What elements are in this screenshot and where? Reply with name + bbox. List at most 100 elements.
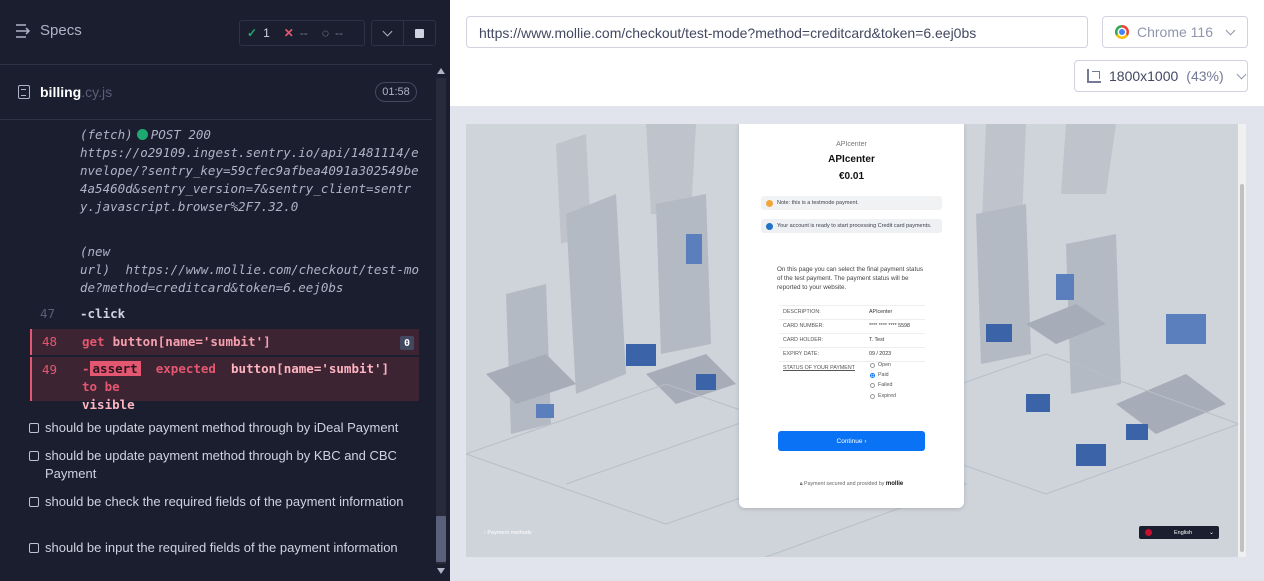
account-ready-note: Your account is ready to start processin… xyxy=(761,219,942,233)
detail-row: CARD HOLDER: T. Test xyxy=(779,333,925,346)
expand-button[interactable] xyxy=(372,21,403,45)
fetch-label: (fetch) xyxy=(80,127,133,142)
stop-button[interactable] xyxy=(404,21,435,45)
specs-toggle[interactable]: Specs xyxy=(16,22,82,39)
assert-row-failed[interactable]: 49 - assert expected button[name='sumbit'… xyxy=(30,357,419,412)
detail-row: DESCRIPTION: APIcenter xyxy=(779,305,925,318)
chrome-icon xyxy=(1115,25,1129,39)
test-item[interactable]: should be update payment method through … xyxy=(29,419,409,437)
newurl-label: (new url) xyxy=(80,244,111,277)
log-fetch-entry[interactable]: (fetch) POST 200 https://o29109.ingest.se… xyxy=(80,126,420,216)
command-row-failed[interactable]: 48 get button[name='sumbit'] 0 xyxy=(30,329,419,355)
payment-amount: €0.01 xyxy=(838,171,865,182)
reporter-header: Specs ✓ 1 ✕ -- ◌ -- xyxy=(0,0,450,65)
pending-stat: ◌ -- xyxy=(315,26,350,40)
status-label: STATUS OF YOUR PAYMENT xyxy=(783,365,855,371)
assertion-text: - assert expected button[name='sumbit'] t… xyxy=(82,361,390,412)
warning-icon xyxy=(766,199,773,207)
aut-scrollbar[interactable] xyxy=(1238,124,1246,557)
language-selector[interactable]: English ⌄ xyxy=(1139,526,1219,539)
assert-pill: assert xyxy=(89,361,141,376)
run-controls xyxy=(371,20,436,46)
status-radio-failed[interactable]: Failed xyxy=(870,382,892,388)
scrollbar-thumb[interactable] xyxy=(436,516,446,562)
status-row: STATUS OF YOUR PAYMENT xyxy=(779,361,925,404)
payment-methods-link[interactable]: ‹ Payment methods xyxy=(484,530,532,536)
continue-button[interactable]: Continue › xyxy=(778,431,925,451)
scrollbar-track xyxy=(436,78,446,564)
aut-toolbar: https://www.mollie.com/checkout/test-mod… xyxy=(450,0,1264,106)
scroll-up-icon[interactable] xyxy=(437,68,445,74)
passed-stat: ✓ 1 xyxy=(240,26,277,40)
radio-icon xyxy=(870,362,875,368)
log-newurl-entry[interactable]: (new url) https://www.mollie.com/checkou… xyxy=(80,243,420,297)
scroll-down-icon[interactable] xyxy=(437,568,445,574)
merchant-caption: APIcenter xyxy=(836,141,867,148)
failed-stat: ✕ -- xyxy=(277,26,315,40)
status-radio-expired[interactable]: Expired xyxy=(870,393,896,399)
pending-test-icon xyxy=(29,497,39,507)
menu-collapse-icon xyxy=(16,23,31,38)
spec-file-header[interactable]: billing.cy.js 01:58 xyxy=(0,65,432,120)
viewport-zoom: (43%) xyxy=(1186,68,1224,84)
command-name: -click xyxy=(80,306,126,321)
pending-circle-icon: ◌ xyxy=(321,26,329,40)
test-item[interactable]: should be update payment method through … xyxy=(29,447,409,483)
cypress-reporter-panel: Specs ✓ 1 ✕ -- ◌ -- billing.cy.js 01:58 (fe… xyxy=(0,0,450,581)
url-bar[interactable]: https://www.mollie.com/checkout/test-mod… xyxy=(466,16,1088,48)
status-dot-icon xyxy=(136,129,148,140)
test-title: should be update payment method through … xyxy=(45,420,399,435)
failed-count: -- xyxy=(299,26,308,40)
status-radio-paid[interactable]: Paid xyxy=(870,372,889,378)
detail-row: CARD NUMBER: **** **** **** 5598 xyxy=(779,319,925,332)
command-name: get xyxy=(82,334,105,349)
test-title: should be update payment method through … xyxy=(45,448,397,481)
command-row[interactable]: 47 -click xyxy=(30,301,417,327)
app-preview-panel: https://www.mollie.com/checkout/test-mod… xyxy=(450,0,1264,581)
passed-count: 1 xyxy=(263,26,270,40)
radio-icon xyxy=(870,382,875,388)
check-circle-icon xyxy=(766,222,773,230)
test-title: should be check the required fields of t… xyxy=(45,494,404,509)
line-number: 48 xyxy=(42,334,58,349)
spec-duration-badge: 01:58 xyxy=(375,82,417,102)
element-count-badge: 0 xyxy=(400,336,414,350)
testmode-note: Note: this is a testmode payment. xyxy=(761,196,942,210)
browser-selector[interactable]: Chrome 116 xyxy=(1102,16,1248,48)
checkout-card: APIcenter APIcenter €0.01 Note: this is … xyxy=(739,124,964,508)
lock-icon: 🔒︎ xyxy=(799,481,803,487)
mollie-logo: mollie xyxy=(885,481,904,487)
pending-test-icon xyxy=(29,423,39,433)
ruler-icon xyxy=(1087,69,1101,83)
newurl-url: https://www.mollie.com/checkout/test-mod… xyxy=(80,262,420,295)
command-arg: button[name='sumbit'] xyxy=(112,334,271,349)
chevron-down-icon xyxy=(1225,25,1236,35)
info-text: On this page you can select the final pa… xyxy=(777,266,923,291)
pending-count: -- xyxy=(334,26,343,40)
spec-file-ext: .cy.js xyxy=(81,84,113,100)
pending-test-icon xyxy=(29,543,39,553)
aut-scrollbar-thumb[interactable] xyxy=(1240,184,1244,552)
test-item[interactable]: should be input the required fields of t… xyxy=(29,539,409,557)
detail-row: EXPIRY DATE: 09 / 2023 xyxy=(779,347,925,360)
specs-title: Specs xyxy=(40,22,82,39)
merchant-name: APIcenter xyxy=(828,154,875,165)
fetch-url: https://o29109.ingest.sentry.io/api/1481… xyxy=(80,145,419,214)
flag-icon xyxy=(1145,529,1152,536)
check-icon: ✓ xyxy=(247,26,258,40)
browser-name: Chrome 116 xyxy=(1137,24,1214,40)
command-text: get button[name='sumbit'] xyxy=(82,334,271,349)
chevron-down-icon: ⌄ xyxy=(1208,530,1214,536)
chevron-down-icon xyxy=(1236,69,1247,79)
viewport-selector[interactable]: 1800x1000 (43%) xyxy=(1074,60,1248,92)
status-radio-open[interactable]: Open xyxy=(870,362,891,368)
viewport-size: 1800x1000 xyxy=(1109,68,1179,84)
line-number: 47 xyxy=(40,306,56,321)
pending-test-icon xyxy=(29,451,39,461)
aut-iframe[interactable]: APIcenter APIcenter €0.01 Note: this is … xyxy=(466,124,1239,557)
language-label: English xyxy=(1174,529,1193,536)
secured-footer: 🔒︎ Payment secured and provided by molli… xyxy=(799,481,904,487)
test-item[interactable]: should be check the required fields of t… xyxy=(29,493,409,511)
reporter-scrollbar[interactable] xyxy=(432,64,450,581)
test-title: should be input the required fields of t… xyxy=(45,540,398,555)
